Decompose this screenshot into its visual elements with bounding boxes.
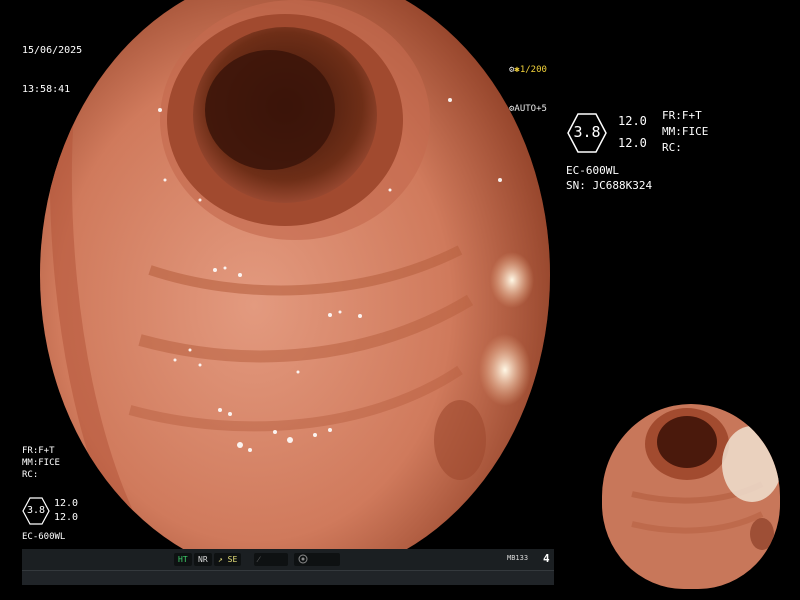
ht-indicator[interactable]: HT xyxy=(174,553,192,566)
small-fr-text: FR:F+T xyxy=(22,446,55,456)
status-bar-top: HT NR ↗ SE ⁄ MB133 4 xyxy=(22,549,554,571)
small-hexagon-value: 3.8 xyxy=(26,505,46,516)
small-rc-text: RC: xyxy=(22,470,39,480)
se-label: SE xyxy=(227,555,238,564)
se-arrow-icon: ↗ xyxy=(218,555,223,564)
mm-mode-text: MM:FICE xyxy=(662,125,709,138)
rc-mode-text: RC: xyxy=(662,141,682,154)
pip-endoscope-view xyxy=(602,404,780,589)
nr-indicator[interactable]: NR xyxy=(194,553,212,566)
circle-mode-icon xyxy=(298,554,308,564)
scope-model-text: EC-600WL xyxy=(566,164,619,177)
info-value-1: 12.0 xyxy=(618,114,647,128)
flash-indicator[interactable]: ⁄ xyxy=(254,553,288,566)
date-text: 15/06/2025 xyxy=(22,45,83,56)
shutter-speed-text: 1/200 xyxy=(519,65,547,75)
small-hexagon-badge: 3.8 xyxy=(22,497,50,525)
serial-number-text: SN: JC688K324 xyxy=(566,179,653,192)
exposure-overlay: ⚙✱1/200 ⚙AUTO+5 xyxy=(509,38,547,129)
hexagon-badge: 3.8 xyxy=(566,112,608,154)
datetime-overlay: 15/06/2025 13:58:41 xyxy=(22,18,82,109)
small-value-1: 12.0 xyxy=(54,498,79,509)
auto-exposure-text: AUTO+5 xyxy=(514,104,547,114)
flash-icon: ⁄ xyxy=(258,555,260,564)
se-indicator[interactable]: ↗ SE xyxy=(214,553,242,566)
time-text: 13:58:41 xyxy=(22,84,71,95)
small-mode-list: FR:F+T MM:FICE RC: xyxy=(22,445,60,481)
info-value-2: 12.0 xyxy=(618,136,647,150)
small-mm-text: MM:FICE xyxy=(22,458,60,468)
small-model-text: EC-600WL xyxy=(22,532,66,542)
small-info-panel: FR:F+T MM:FICE RC: 3.8 12.0 12.0 EC-600W… xyxy=(22,445,112,545)
fr-mode-text: FR:F+T xyxy=(662,109,702,122)
device-code-text: MB133 xyxy=(507,554,529,562)
mode-list: FR:F+T MM:FICE RC: xyxy=(662,108,708,156)
small-value-2: 12.0 xyxy=(54,512,79,523)
scope-info-panel: 3.8 12.0 12.0 EC-600WL SN: JC688K324 FR:… xyxy=(566,108,746,198)
status-bar: HT NR ↗ SE ⁄ MB133 4 xyxy=(22,549,554,585)
pip-colon-image xyxy=(602,404,780,589)
main-endoscope-view xyxy=(40,0,550,580)
hexagon-value: 3.8 xyxy=(573,123,601,141)
colon-lumen-image xyxy=(40,0,550,580)
image-count-text: 4 xyxy=(543,552,550,565)
mode-indicator[interactable] xyxy=(294,553,340,566)
